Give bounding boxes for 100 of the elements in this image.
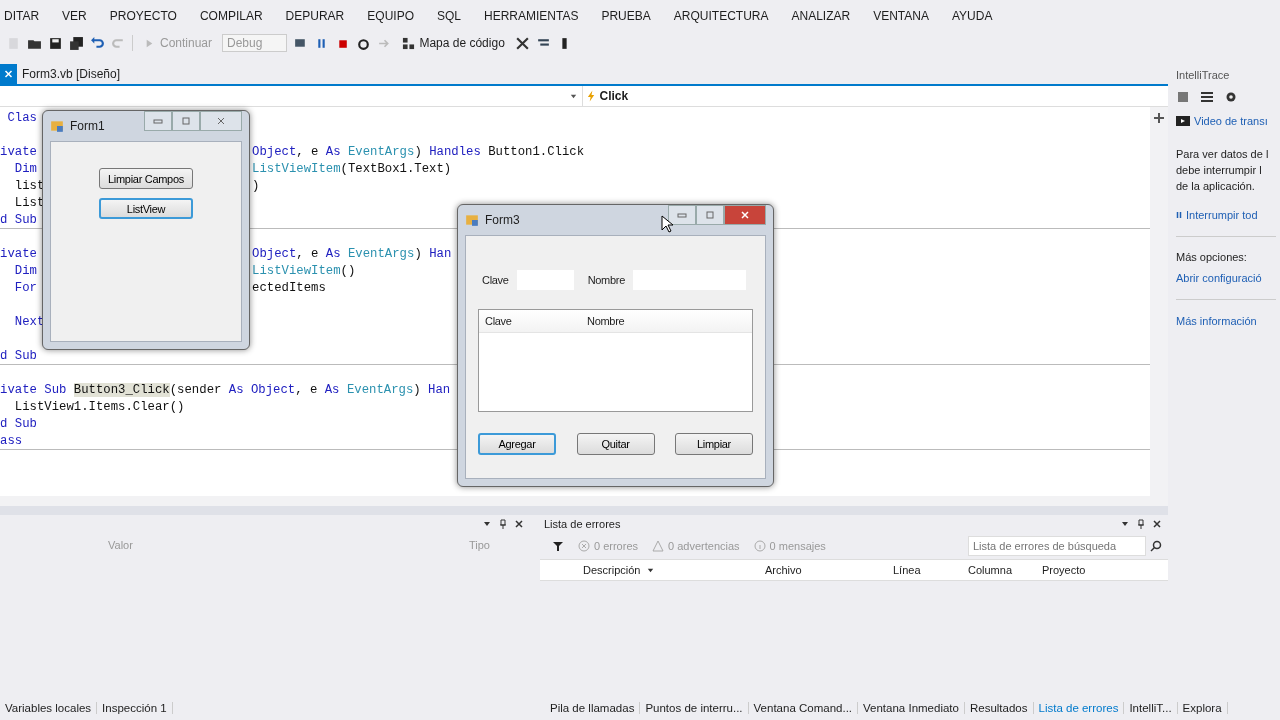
list-view-icon[interactable] [1176,90,1190,104]
code-text: For [13,280,37,297]
list-view[interactable]: Clave Nombre [478,309,753,412]
message-text: de la aplicación. [1176,179,1256,194]
menu-item[interactable]: PROYECTO [109,9,177,23]
break-all-link[interactable]: Interrumpir tod [1176,204,1280,226]
column-header[interactable]: Nombre [581,315,683,327]
form-button[interactable]: ListView [99,198,193,219]
menu-item[interactable]: PRUEBA [601,9,651,23]
settings-icon[interactable] [1224,90,1238,104]
form-button[interactable]: Agregar [478,433,556,455]
menu-item[interactable]: SQL [437,9,461,23]
minimize-icon [676,211,688,219]
window-title: Form3 [485,213,520,227]
scrollbar[interactable] [1150,107,1168,496]
document-tab[interactable]: Form3.vb [Diseño] [0,64,129,84]
close-icon[interactable] [514,519,524,529]
code-text: list [13,178,45,195]
code-text: Dim [13,161,37,178]
code-text: d Sub [0,349,37,363]
form-icon [465,213,479,227]
column-header[interactable]: Archivo [765,564,893,576]
column-header[interactable]: Línea [893,564,968,576]
panel-tab[interactable]: Ventana Comand... [748,701,859,714]
search-icon[interactable] [1150,540,1162,552]
field-label: Clave [482,274,509,286]
code-text: ivate [0,246,37,263]
mouse-cursor-icon [661,215,673,233]
code-text: ivate [0,144,37,161]
undo-icon[interactable] [90,35,105,51]
menu-item[interactable]: DEPURAR [285,9,345,23]
code-text: ectedItems [252,280,326,297]
code-text: Object, e As EventArgs) Handles Button1.Click [252,144,585,161]
section-label: Más opciones: [1176,250,1248,265]
save-all-icon[interactable] [69,35,84,51]
column-header[interactable]: Descripción [583,564,765,576]
minimize-button[interactable] [668,205,696,225]
form1-window[interactable]: Form1 Limpiar Campos ListView [42,110,250,350]
message-text: Para ver datos de l [1176,147,1270,162]
code-text: ) [252,178,260,195]
pin-icon[interactable] [1136,519,1146,529]
close-icon[interactable] [1152,519,1162,529]
column-header[interactable]: Proyecto [1042,564,1086,576]
more-info-link[interactable]: Más información [1176,310,1280,332]
pin-icon[interactable] [498,519,508,529]
menu-item[interactable]: VER [62,9,87,23]
warning-icon [652,540,665,552]
panel-tab[interactable]: Lista de errores [1033,701,1125,714]
code-map-button[interactable]: Mapa de código [398,36,509,50]
video-link[interactable]: Video de transı [1176,110,1280,132]
compare-icon[interactable] [514,35,530,51]
pause-icon [1176,210,1182,220]
panel-tab[interactable]: Explora [1177,701,1228,714]
panel-title: Lista de errores [543,518,621,530]
scrollbar[interactable] [0,496,1168,506]
settings-link[interactable]: Abrir configuració [1176,267,1280,289]
form-button[interactable]: Limpiar Campos [99,168,193,189]
panel-tab[interactable]: Ventana Inmediato [858,701,965,714]
code-text: d Sub [0,417,37,431]
column-header[interactable]: Clave [479,315,581,327]
panel-tab[interactable]: Pila de llamadas [545,701,641,714]
maximize-icon [704,211,716,219]
menu-item[interactable]: HERRAMIENTAS [484,9,579,23]
panel-tab[interactable]: Puntos de interru... [640,701,749,714]
split-icon[interactable] [1154,113,1164,123]
form3-window[interactable]: Form3 Clave Nombre Clave Nombre Agregar Quitar Limpiar [457,204,774,487]
code-text: ivate Sub Button3_Click(sender As Object, e As EventArgs) Han [0,383,451,397]
code-text: List [13,196,45,210]
search-field[interactable]: Lista de errores de búsqueda [968,536,1146,556]
panel-tab[interactable]: Inspección 1 [97,701,173,714]
panel-tab[interactable]: IntelliT... [1124,701,1178,714]
filter-icon[interactable] [552,540,564,552]
save-icon[interactable] [48,35,63,51]
code-text: Clas [6,111,37,125]
field-label: Nombre [587,274,625,286]
menu-item[interactable]: COMPILAR [199,9,263,23]
code-text: Dim [13,263,37,280]
message-text: debe interrumpir l [1176,163,1263,178]
window-title: Form1 [70,119,105,133]
menu-item[interactable]: AYUDA [951,9,993,23]
code-text: d Sub [0,213,37,227]
form-button[interactable]: Quitar [576,433,655,455]
maximize-icon [180,117,192,125]
code-text: ListView1.Items.Clear() [13,400,185,414]
code-text: ass [0,434,23,448]
form-button[interactable]: Limpiar [675,433,753,455]
menu-item[interactable]: VENTANA [873,9,929,23]
menu-item[interactable]: EQUIPO [367,9,414,23]
panel-tab[interactable]: Resultados [964,701,1034,714]
menu-item[interactable]: DITAR [4,9,40,23]
panel-tab[interactable]: Variables locales [0,701,98,714]
info-icon [753,540,766,552]
member-dropdown[interactable]: Click [581,86,1168,106]
minimize-icon [152,117,164,125]
menu-item[interactable]: ANALIZAR [791,9,851,23]
code-text: Next [13,315,45,329]
column-header[interactable]: Columna [968,564,1042,576]
details-view-icon[interactable] [1200,90,1214,104]
code-text: Object, e As EventArgs) Han [252,246,452,263]
menu-item[interactable]: ARQUITECTURA [673,9,769,23]
